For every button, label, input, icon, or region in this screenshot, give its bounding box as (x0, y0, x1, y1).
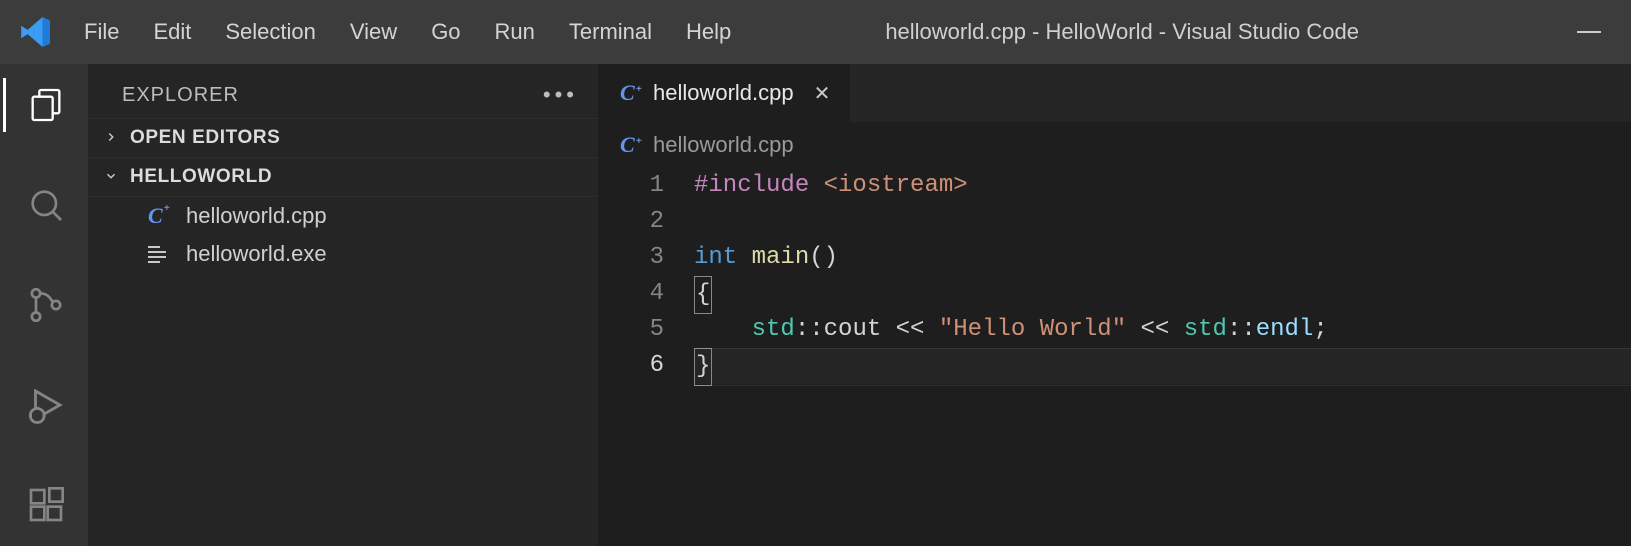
explorer-sidebar: EXPLORER ••• OPEN EDITORS HELLOWORLD C h… (88, 64, 598, 546)
explorer-title: EXPLORER (122, 84, 239, 107)
menu-terminal[interactable]: Terminal (569, 19, 652, 45)
code-line[interactable]: #include <iostream> (694, 168, 1631, 204)
code-editor[interactable]: 123456 #include <iostream>int main(){ st… (598, 168, 1631, 546)
code-line[interactable]: std::cout << "Hello World" << std::endl; (694, 312, 1631, 348)
file-item-cpp[interactable]: C helloworld.cpp (88, 197, 598, 235)
exe-file-icon (148, 243, 174, 266)
tab-helloworld[interactable]: C helloworld.cpp ✕ (598, 64, 851, 122)
title-bar: File Edit Selection View Go Run Terminal… (0, 0, 1631, 64)
line-number: 5 (598, 312, 664, 348)
chevron-down-icon (102, 167, 120, 188)
menu-selection[interactable]: Selection (225, 19, 316, 45)
menu-bar: File Edit Selection View Go Run Terminal… (84, 19, 731, 45)
section-folder-label: HELLOWORLD (130, 166, 272, 188)
activity-run-debug[interactable] (3, 378, 88, 432)
line-number: 4 (598, 276, 664, 312)
menu-edit[interactable]: Edit (153, 19, 191, 45)
breadcrumb-label: helloworld.cpp (653, 132, 794, 158)
menu-go[interactable]: Go (431, 19, 460, 45)
code-line[interactable]: } (694, 348, 1631, 384)
activity-bar (0, 64, 88, 546)
file-item-cpp-label: helloworld.cpp (186, 203, 327, 229)
code-line[interactable]: { (694, 276, 1631, 312)
tab-helloworld-label: helloworld.cpp (653, 80, 794, 106)
chevron-right-icon (102, 128, 120, 149)
file-item-exe[interactable]: helloworld.exe (88, 235, 598, 273)
window-title: helloworld.cpp - HelloWorld - Visual Stu… (731, 19, 1473, 45)
cpp-file-icon: C (148, 203, 174, 229)
explorer-header: EXPLORER ••• (88, 64, 598, 118)
menu-file[interactable]: File (84, 19, 119, 45)
code-line[interactable] (694, 204, 1631, 240)
menu-help[interactable]: Help (686, 19, 731, 45)
workbench: EXPLORER ••• OPEN EDITORS HELLOWORLD C h… (0, 64, 1631, 546)
section-open-editors[interactable]: OPEN EDITORS (88, 118, 598, 157)
cpp-file-icon: C (620, 80, 641, 106)
section-folder[interactable]: HELLOWORLD (88, 157, 598, 197)
line-number: 2 (598, 204, 664, 240)
activity-source-control[interactable] (3, 278, 88, 332)
line-number: 1 (598, 168, 664, 204)
vscode-logo-icon (18, 13, 56, 51)
tab-close-icon[interactable]: ✕ (814, 81, 831, 106)
line-number: 3 (598, 240, 664, 276)
file-item-exe-label: helloworld.exe (186, 241, 327, 267)
window-minimize-button[interactable] (1577, 31, 1601, 33)
editor-group: C helloworld.cpp ✕ C helloworld.cpp 1234… (598, 64, 1631, 546)
line-number: 6 (598, 348, 664, 384)
activity-extensions[interactable] (3, 478, 88, 532)
cpp-file-icon: C (620, 132, 641, 158)
activity-explorer[interactable] (3, 78, 88, 132)
breadcrumb[interactable]: C helloworld.cpp (598, 122, 1631, 168)
code-area[interactable]: #include <iostream>int main(){ std::cout… (694, 168, 1631, 546)
menu-run[interactable]: Run (495, 19, 535, 45)
activity-search[interactable] (3, 178, 88, 232)
line-number-gutter: 123456 (598, 168, 694, 546)
menu-view[interactable]: View (350, 19, 397, 45)
code-line[interactable]: int main() (694, 240, 1631, 276)
editor-tabs: C helloworld.cpp ✕ (598, 64, 1631, 122)
section-open-editors-label: OPEN EDITORS (130, 127, 280, 149)
window-controls (1473, 31, 1613, 33)
explorer-more-icon[interactable]: ••• (543, 82, 578, 108)
